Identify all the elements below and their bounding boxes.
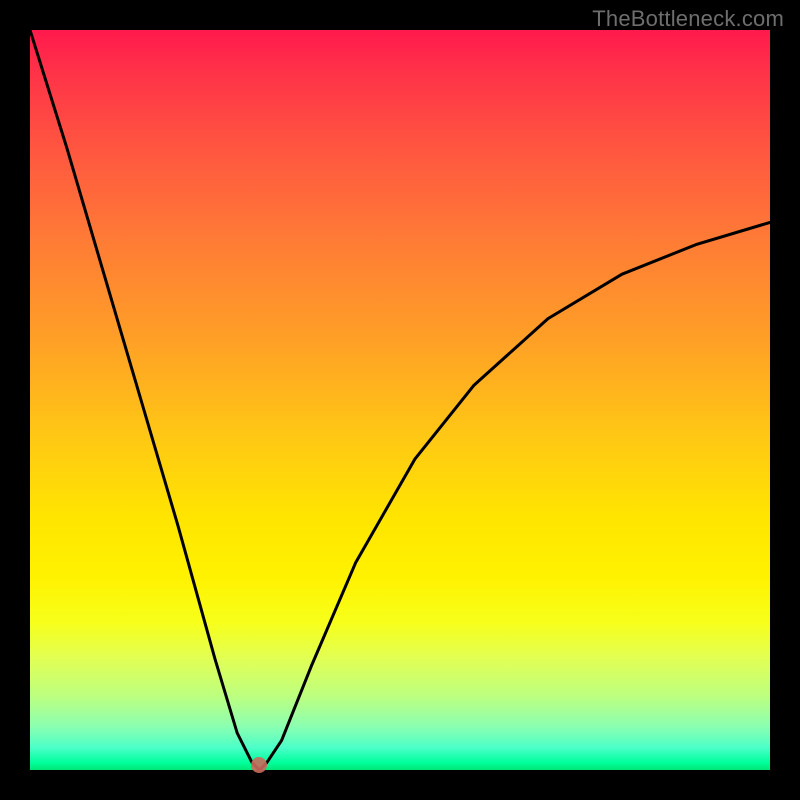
- min-marker-dot: [251, 757, 267, 773]
- chart-frame: TheBottleneck.com: [0, 0, 800, 800]
- curve-svg: [30, 30, 770, 770]
- watermark-text: TheBottleneck.com: [592, 6, 784, 32]
- plot-area: [30, 30, 770, 770]
- bottleneck-curve: [30, 30, 770, 770]
